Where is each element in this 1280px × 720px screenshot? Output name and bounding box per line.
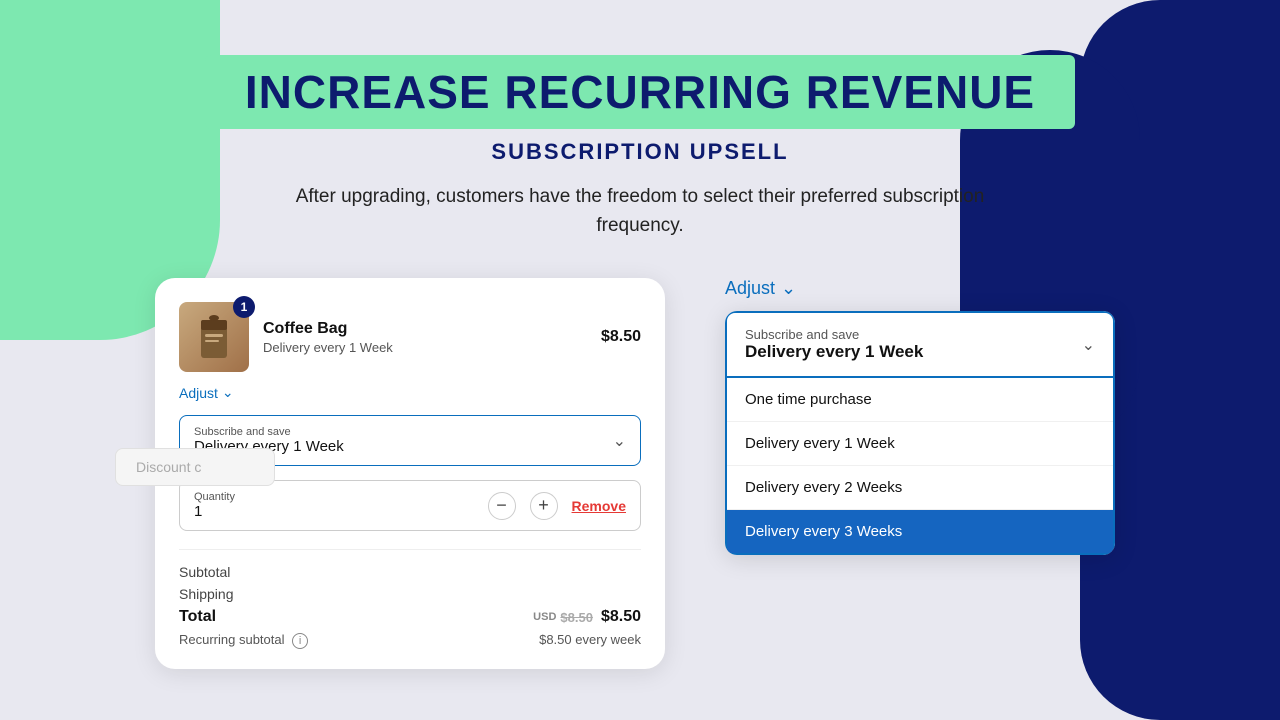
dropdown-chevron-icon: ⌄ [613,431,626,451]
panels-row: Discount c 1 [95,278,1185,669]
dropdown-option-3[interactable]: Delivery every 3 Weeks [727,510,1113,553]
dropdown-option-2[interactable]: Delivery every 2 Weeks [727,466,1113,510]
quantity-row: Quantity 1 − + Remove [179,480,641,531]
dropdown-options: One time purchaseDelivery every 1 WeekDe… [725,378,1115,555]
info-icon[interactable]: i [292,633,308,649]
item-name: Coffee Bag [263,320,587,338]
dropdown-option-1[interactable]: Delivery every 1 Week [727,422,1113,466]
quantity-plus-button[interactable]: + [530,492,558,520]
adjust-link-left[interactable]: Adjust ⌄ [179,384,641,401]
remove-button[interactable]: Remove [572,498,626,514]
description: After upgrading, customers have the free… [290,183,990,240]
item-price: $8.50 [601,328,641,346]
dropdown-option-0[interactable]: One time purchase [727,378,1113,422]
total-amount: USD $8.50 $8.50 [533,608,641,626]
total-row: Total USD $8.50 $8.50 [179,608,641,626]
subtotal-row: Subtotal [179,564,641,580]
item-badge: 1 [233,296,255,318]
header-banner: INCREASE RECURRING REVENUE [205,55,1075,129]
recurring-row: Recurring subtotal i $8.50 every week [179,632,641,649]
product-icon [195,312,233,362]
item-info: Coffee Bag Delivery every 1 Week [263,320,587,355]
main-title: INCREASE RECURRING REVENUE [245,65,1035,119]
dropdown-header[interactable]: Subscribe and save Delivery every 1 Week… [725,311,1115,378]
quantity-controls: − + Remove [488,492,626,520]
dropdown-header-chevron-icon: ⌄ [1082,335,1095,355]
cart-item-row: 1 Coffee Bag Delivery every 1 Week $8.50 [179,302,641,372]
chevron-down-icon-right: ⌄ [781,278,796,299]
recurring-label: Recurring subtotal i [179,632,308,649]
shipping-row: Shipping [179,586,641,602]
dropdown-card: Subscribe and save Delivery every 1 Week… [725,311,1115,555]
product-image-wrap: 1 [179,302,249,372]
cart-totals: Subtotal Shipping Total USD $8.50 $8.50 [179,549,641,649]
cart-panel: Discount c 1 [155,278,665,669]
chevron-down-icon: ⌄ [222,384,234,401]
item-delivery: Delivery every 1 Week [263,340,587,355]
adjust-link-right[interactable]: Adjust ⌄ [725,278,1125,299]
quantity-minus-button[interactable]: − [488,492,516,520]
right-panel: Adjust ⌄ Subscribe and save Delivery eve… [725,278,1125,555]
quantity-info: Quantity 1 [194,491,235,520]
discount-field[interactable]: Discount c [115,448,275,486]
subtitle: SUBSCRIPTION UPSELL [491,139,788,165]
dropdown-header-text: Subscribe and save Delivery every 1 Week [745,327,923,362]
